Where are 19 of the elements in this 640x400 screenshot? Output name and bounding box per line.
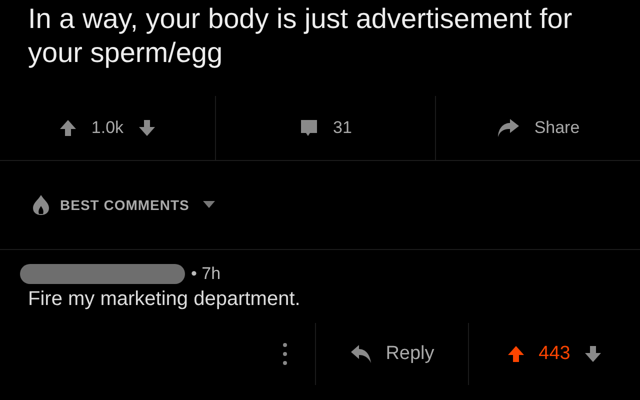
vote-count: 443 bbox=[538, 343, 570, 365]
share-button[interactable]: Share bbox=[496, 118, 580, 138]
sort-dropdown[interactable]: BEST COMMENTS bbox=[60, 197, 216, 213]
caret-icon bbox=[203, 201, 216, 209]
reply-button[interactable]: Reply bbox=[350, 343, 434, 365]
post-title: In a way, your body is just advertisement for your sperm/egg bbox=[27, 2, 574, 70]
share-icon bbox=[496, 118, 520, 138]
upvote-icon[interactable] bbox=[506, 345, 525, 363]
flame-icon bbox=[32, 194, 50, 216]
comment-age: • 7h bbox=[191, 264, 221, 284]
downvote-icon[interactable] bbox=[138, 119, 156, 137]
more-options-icon[interactable] bbox=[282, 342, 288, 366]
reply-icon bbox=[350, 344, 372, 364]
upvote-icon[interactable] bbox=[59, 119, 78, 137]
comment-text: Fire my marketing department. bbox=[27, 287, 302, 311]
downvote-icon[interactable] bbox=[584, 345, 602, 363]
vote-count: 1.0k bbox=[91, 118, 124, 138]
comment-icon bbox=[299, 118, 320, 138]
comments-button[interactable]: 31 bbox=[299, 118, 352, 138]
